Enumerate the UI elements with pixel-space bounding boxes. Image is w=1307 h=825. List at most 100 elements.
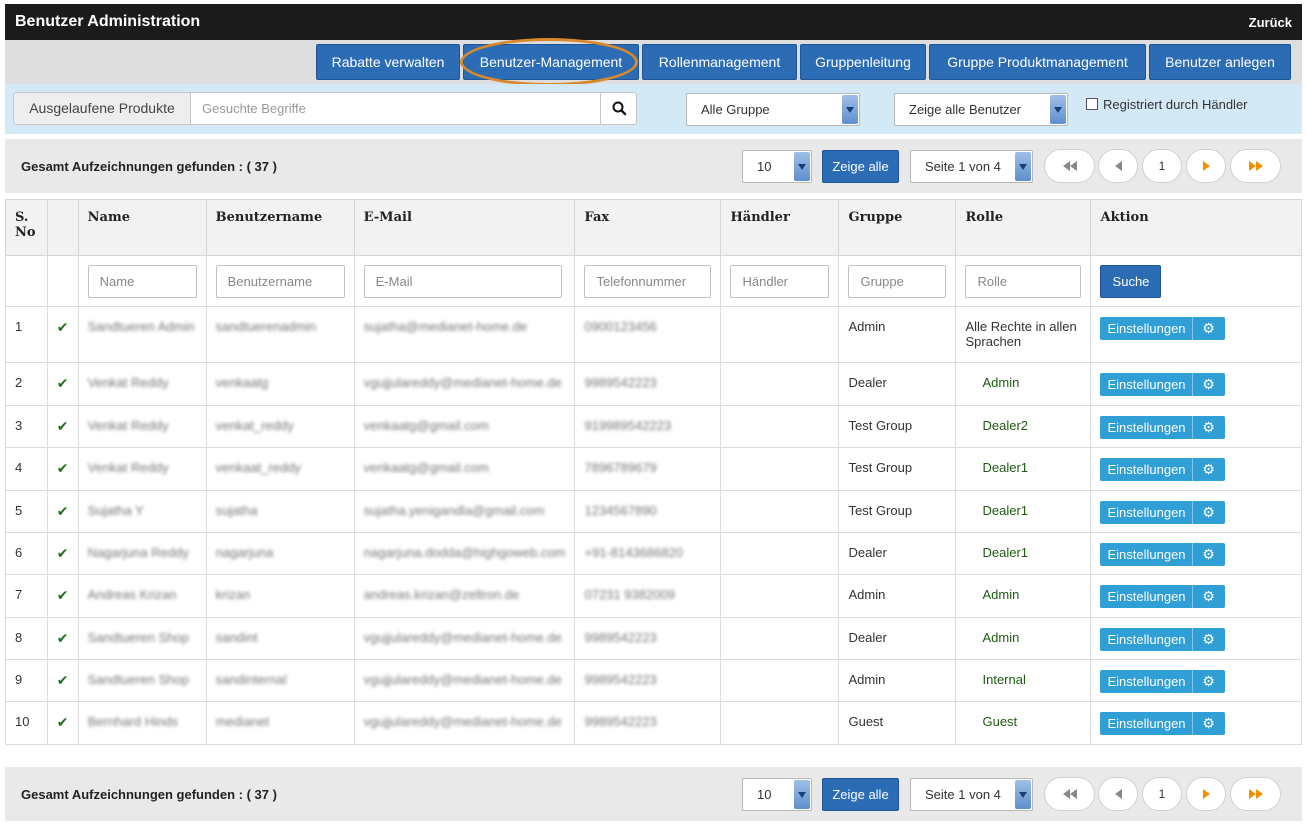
- prev-page-button[interactable]: [1098, 149, 1138, 183]
- row-number: 7: [5, 574, 48, 618]
- prev-page-button[interactable]: [1098, 777, 1138, 811]
- search-input[interactable]: Gesuchte Begriffe: [190, 92, 601, 125]
- show-all-button[interactable]: Zeige alle: [822, 150, 899, 183]
- gear-icon[interactable]: ⚙: [1191, 501, 1225, 524]
- settings-button[interactable]: Einstellungen ⚙: [1100, 543, 1225, 566]
- table-row: 7 ✔ Andreas Krizan krizan andreas.krizan@zel…: [5, 574, 1302, 618]
- gear-icon[interactable]: ⚙: [1191, 543, 1225, 566]
- settings-button[interactable]: Einstellungen ⚙: [1100, 317, 1225, 340]
- active-check-icon: ✔: [56, 672, 69, 688]
- page-title: Benutzer Administration: [15, 13, 201, 30]
- user-role: Admin: [982, 587, 1020, 602]
- dealer-filter-input[interactable]: Händler: [730, 265, 830, 298]
- row-number: 6: [5, 532, 48, 575]
- page-select-value: Seite 1 von 4: [925, 159, 1001, 174]
- expired-products-addon[interactable]: Ausgelaufene Produkte: [13, 92, 191, 125]
- user-select[interactable]: Zeige alle Benutzer: [894, 93, 1068, 126]
- nav-create-user-button[interactable]: Benutzer anlegen: [1149, 44, 1291, 80]
- table-row: 3 ✔ Venkat Reddy venkat_reddy venkaatg@gmail…: [5, 405, 1302, 448]
- settings-button[interactable]: Einstellungen ⚙: [1100, 628, 1225, 651]
- user-fax: 9989542223: [584, 375, 657, 390]
- page-size-select[interactable]: 10: [742, 778, 812, 811]
- settings-button[interactable]: Einstellungen ⚙: [1100, 670, 1225, 693]
- first-page-button[interactable]: [1044, 777, 1095, 811]
- role-filter-input[interactable]: Rolle: [965, 265, 1082, 298]
- col-header-group[interactable]: Gruppe: [838, 199, 957, 256]
- active-check-icon: ✔: [56, 503, 69, 519]
- settings-button[interactable]: Einstellungen ⚙: [1100, 458, 1225, 481]
- user-role: Internal: [982, 672, 1026, 687]
- active-check-icon: ✔: [56, 587, 69, 603]
- user-dealer: [720, 532, 840, 575]
- col-header-sno[interactable]: S. No: [5, 199, 48, 256]
- active-check-icon: ✔: [56, 460, 69, 476]
- gear-icon[interactable]: ⚙: [1191, 416, 1225, 439]
- next-page-button[interactable]: [1186, 777, 1226, 811]
- gear-icon[interactable]: ⚙: [1191, 628, 1225, 651]
- page-size-select[interactable]: 10: [742, 150, 812, 183]
- title-bar: Benutzer Administration Zurück: [5, 4, 1302, 40]
- gear-icon[interactable]: ⚙: [1191, 670, 1225, 693]
- group-select-value: Alle Gruppe: [701, 102, 770, 117]
- settings-button[interactable]: Einstellungen ⚙: [1100, 712, 1225, 735]
- nav-rabatte-button[interactable]: Rabatte verwalten: [316, 44, 460, 80]
- row-number: 4: [5, 447, 48, 491]
- next-page-button[interactable]: [1186, 149, 1226, 183]
- settings-button[interactable]: Einstellungen ⚙: [1100, 501, 1225, 524]
- active-check-icon: ✔: [56, 319, 69, 335]
- group-filter-input[interactable]: Gruppe: [848, 265, 947, 298]
- gear-icon[interactable]: ⚙: [1191, 585, 1225, 608]
- filter-row: Name Benutzername E-Mail Telefonnummer H…: [5, 255, 1302, 307]
- gear-icon[interactable]: ⚙: [1191, 458, 1225, 481]
- col-header-name[interactable]: Name: [77, 199, 207, 256]
- col-header-dealer[interactable]: Händler: [720, 199, 840, 256]
- user-name: Nagarjuna Reddy: [87, 545, 189, 560]
- user-email: venkaatg@gmail.com: [363, 418, 489, 433]
- nav-group-management-button[interactable]: Gruppenleitung: [800, 44, 926, 80]
- settings-button[interactable]: Einstellungen ⚙: [1100, 585, 1225, 608]
- current-page-button[interactable]: 1: [1142, 149, 1182, 183]
- user-fax: 9989542223: [584, 630, 657, 645]
- nav-group-product-button[interactable]: Gruppe Produktmanagement: [929, 44, 1146, 80]
- table-row: 6 ✔ Nagarjuna Reddy nagarjuna nagarjuna.dodd…: [5, 532, 1302, 575]
- settings-button[interactable]: Einstellungen ⚙: [1100, 373, 1225, 396]
- gear-icon[interactable]: ⚙: [1191, 712, 1225, 735]
- user-name: Sujatha Y: [87, 503, 144, 518]
- page-select[interactable]: Seite 1 von 4: [910, 150, 1033, 183]
- user-group: Dealer: [838, 362, 957, 406]
- group-select[interactable]: Alle Gruppe: [686, 93, 860, 126]
- page-select[interactable]: Seite 1 von 4: [910, 778, 1033, 811]
- gear-icon[interactable]: ⚙: [1191, 373, 1225, 396]
- table-search-button[interactable]: Suche: [1100, 265, 1162, 298]
- last-page-button[interactable]: [1230, 777, 1281, 811]
- user-dealer: [720, 574, 840, 618]
- col-header-username[interactable]: Benutzername: [205, 199, 355, 256]
- user-group: Admin: [838, 306, 957, 363]
- show-all-button[interactable]: Zeige alle: [822, 778, 899, 811]
- current-page-button[interactable]: 1: [1142, 777, 1182, 811]
- name-filter-input[interactable]: Name: [87, 265, 197, 298]
- back-link[interactable]: Zurück: [1249, 15, 1292, 30]
- last-page-button[interactable]: [1230, 149, 1281, 183]
- search-button[interactable]: [600, 92, 637, 125]
- nav-role-management-button[interactable]: Rollenmanagement: [642, 44, 797, 80]
- user-name: Venkat Reddy: [87, 418, 169, 433]
- username-filter-input[interactable]: Benutzername: [215, 265, 345, 298]
- fax-filter-input[interactable]: Telefonnummer: [584, 265, 712, 298]
- settings-label: Einstellungen: [1107, 505, 1186, 520]
- settings-label: Einstellungen: [1107, 321, 1186, 336]
- row-number: 2: [5, 362, 48, 406]
- settings-button[interactable]: Einstellungen ⚙: [1100, 416, 1225, 439]
- gear-icon[interactable]: ⚙: [1191, 317, 1225, 340]
- email-filter-input[interactable]: E-Mail: [363, 265, 562, 298]
- user-fax: 9989542223: [584, 672, 657, 687]
- col-header-role[interactable]: Rolle: [955, 199, 1092, 256]
- search-icon: [612, 101, 627, 116]
- chevron-down-icon: [842, 95, 858, 124]
- col-header-email[interactable]: E-Mail: [353, 199, 576, 256]
- first-page-button[interactable]: [1044, 149, 1095, 183]
- registered-by-dealer-checkbox[interactable]: [1086, 98, 1098, 110]
- col-header-fax[interactable]: Fax: [574, 199, 722, 256]
- nav-user-management-button[interactable]: Benutzer-Management: [463, 44, 639, 80]
- user-role: Alle Rechte in allen Sprachen: [965, 319, 1077, 349]
